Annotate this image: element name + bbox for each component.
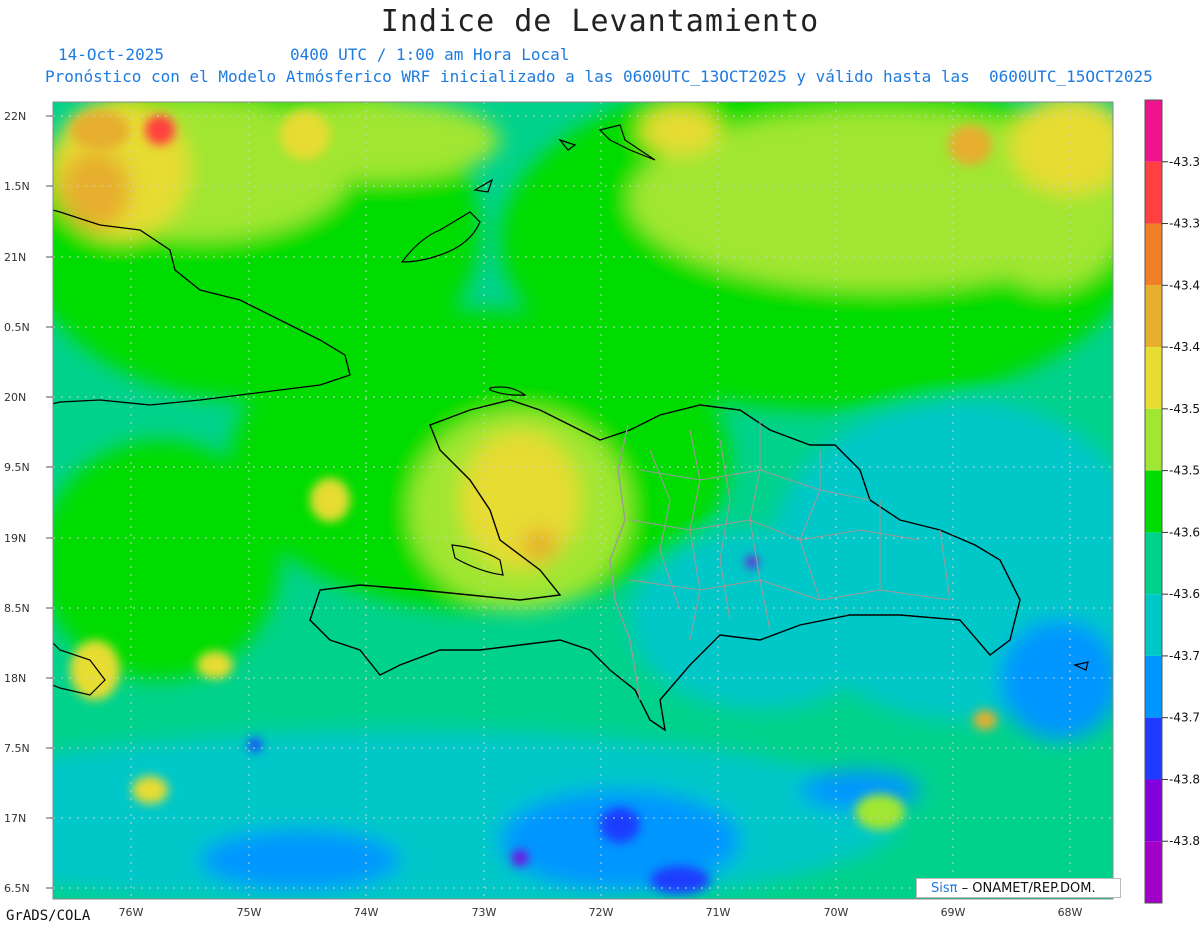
lat-tick-label: 9.5N <box>4 461 30 474</box>
lat-tick-label: 0.5N <box>4 321 30 334</box>
colorbar-label: -43.4 <box>1169 278 1200 292</box>
colorbar-label: -43.8 <box>1169 834 1200 848</box>
colorbar-swatch <box>1145 655 1162 718</box>
lat-tick-label: 7.5N <box>4 742 30 755</box>
colorbar-swatch <box>1145 285 1162 348</box>
colorbar-swatch <box>1145 470 1162 533</box>
colorbar-label: -43.6 <box>1169 587 1200 601</box>
sispi-logo: Sisπ <box>931 881 958 896</box>
longitude-axis: 76W 75W 74W 73W 72W 71W 70W 69W 68W <box>119 906 1083 919</box>
lon-tick-label: 68W <box>1058 906 1083 919</box>
lon-tick-label: 71W <box>706 906 731 919</box>
colorbar-label: -43.4 <box>1169 340 1200 354</box>
lon-tick-label: 76W <box>119 906 144 919</box>
software-credit: GrADS/COLA <box>6 908 91 924</box>
lon-tick-label: 69W <box>941 906 966 919</box>
colorbar-label: -43.6 <box>1169 525 1200 539</box>
lat-tick-label: 22N <box>4 110 26 123</box>
agency-credit-text: – ONAMET/REP.DOM. <box>957 881 1096 896</box>
colorbar-swatch <box>1145 717 1162 780</box>
lat-tick-label: 18N <box>4 672 26 685</box>
lon-tick-label: 70W <box>824 906 849 919</box>
colorbar-swatch <box>1145 408 1162 471</box>
colorbar-label: -43.7 <box>1169 649 1200 663</box>
lat-tick-label: 8.5N <box>4 602 30 615</box>
colorbar: -43.3 -43.3 -43.4 -43.4 -43.5 -43.5 -43.6 -43.6… <box>1144 99 1200 904</box>
colorbar-swatch <box>1145 347 1162 409</box>
colorbar-swatch <box>1145 223 1162 286</box>
colorbar-label: -43.8 <box>1169 772 1200 786</box>
lat-tick-label: 6.5N <box>4 882 30 895</box>
latitude-axis: 22N 1.5N 21N 0.5N 20N 9.5N 19N 8.5N 18N … <box>4 110 30 895</box>
lat-tick-label: 19N <box>4 532 26 545</box>
lon-tick-label: 75W <box>237 906 262 919</box>
lat-tick-label: 17N <box>4 812 26 825</box>
lon-tick-label: 72W <box>589 906 614 919</box>
lon-tick-label: 74W <box>354 906 379 919</box>
forecast-map: 22N 1.5N 21N 0.5N 20N 9.5N 19N 8.5N 18N … <box>4 99 1200 919</box>
colorbar-swatch <box>1145 594 1162 656</box>
colorbar-swatch <box>1145 841 1162 903</box>
colorbar-label: -43.5 <box>1169 464 1200 478</box>
agency-credit: Sisπ – ONAMET/REP.DOM. <box>916 878 1121 898</box>
colorbar-label: -43.5 <box>1169 402 1200 416</box>
colorbar-swatch <box>1145 779 1162 842</box>
colorbar-swatch <box>1145 100 1162 162</box>
colorbar-label: -43.7 <box>1169 711 1200 725</box>
lat-tick-label: 21N <box>4 251 26 264</box>
lon-tick-label: 73W <box>472 906 497 919</box>
colorbar-label: -43.3 <box>1169 155 1200 169</box>
colorbar-swatch <box>1145 161 1162 224</box>
colorbar-swatch <box>1145 532 1162 595</box>
lat-tick-label: 20N <box>4 391 26 404</box>
colorbar-label: -43.3 <box>1169 217 1200 231</box>
lifted-index-field <box>53 102 1113 899</box>
lat-tick-label: 1.5N <box>4 180 30 193</box>
